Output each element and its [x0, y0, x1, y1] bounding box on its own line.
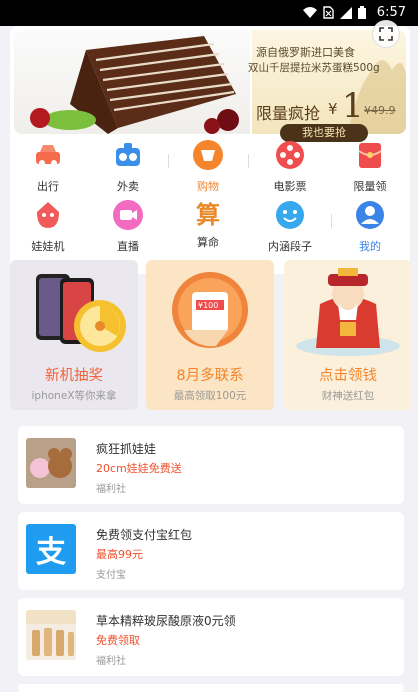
promo-subtitle: iphoneX等你来拿	[31, 390, 117, 402]
clock: 6:57	[376, 5, 406, 20]
live-icon	[113, 200, 143, 230]
list-source: 支付宝	[96, 570, 126, 581]
grid-label: 算命	[197, 236, 219, 249]
red-envelope-icon	[358, 143, 382, 168]
wifi-icon	[303, 6, 317, 18]
list-item-alipay[interactable]: 支 免费领支付宝红包 最高99元 支付宝	[18, 512, 404, 590]
banner-price: 1	[342, 86, 364, 126]
promo-title: 新机抽奖	[45, 368, 103, 384]
promo-card-money[interactable]: 点击领钱 财神送红包	[284, 260, 412, 410]
list-highlight: 最高99元	[96, 548, 143, 561]
no-sim-icon	[323, 6, 334, 19]
list-thumbnail	[26, 610, 76, 660]
banner-currency: ¥	[328, 100, 338, 118]
grid-label: 直播	[117, 240, 139, 253]
expand-icon	[379, 27, 393, 41]
grid-label: 电影票	[273, 180, 307, 193]
fortune-icon: 算	[196, 200, 220, 229]
coupon-amount: ¥100	[198, 301, 219, 310]
list-item-serum[interactable]: 草本精粹玻尿酸原液0元领 免费领取 福利社	[18, 598, 404, 676]
grid-label: 外卖	[117, 180, 139, 193]
promo-title: 8月多联系	[176, 368, 244, 384]
list-item-claw[interactable]: 疯狂抓娃娃 20cm娃娃免费送 福利社	[18, 426, 404, 504]
alipay-icon: 支	[26, 524, 76, 574]
alipay-glyph: 支	[36, 535, 66, 570]
grid-label: 娃娃机	[31, 240, 65, 253]
claw-machine-icon	[37, 202, 59, 228]
profile-icon	[356, 201, 384, 229]
grid-label: 我的	[359, 240, 381, 253]
grid-item-travel[interactable]: 出行	[10, 140, 86, 198]
shopping-icon	[193, 140, 223, 170]
list-item-partial[interactable]	[18, 684, 404, 692]
list-title: 免费领支付宝红包	[96, 528, 193, 542]
list-source: 福利社	[96, 656, 126, 667]
promo-subtitle: 最高领取100元	[173, 390, 247, 402]
movie-icon	[276, 141, 304, 169]
fortune-god-image	[296, 268, 400, 356]
grid-divider	[248, 154, 249, 168]
list-source: 福利社	[96, 484, 126, 495]
list-highlight: 20cm娃娃免费送	[96, 462, 182, 475]
grid-item-takeout[interactable]: 外卖	[90, 140, 166, 198]
grid-item-jokes[interactable]: 内涵段子	[252, 200, 328, 258]
car-icon	[36, 145, 60, 166]
grid-item-movie[interactable]: 电影票	[252, 140, 328, 198]
grid-item-claw[interactable]: 娃娃机	[10, 200, 86, 258]
promo-card-lottery[interactable]: 新机抽奖 iphoneX等你来拿	[10, 260, 138, 410]
grid-divider	[168, 154, 169, 168]
hand-coupon-image	[172, 272, 248, 348]
grid-label: 购物	[197, 180, 219, 193]
grid-label: 出行	[37, 180, 59, 193]
battery-icon	[358, 6, 366, 19]
smiley-icon	[276, 201, 304, 229]
status-bar: 6:57	[0, 0, 418, 26]
list-highlight: 免费领取	[96, 634, 140, 647]
grid-item-live[interactable]: 直播	[90, 200, 166, 258]
grid-label: 限量领	[353, 180, 387, 193]
promo-title: 点击领钱	[319, 368, 377, 384]
grid-item-mine[interactable]: 我的	[332, 200, 408, 258]
phone-wheel-image	[36, 274, 126, 352]
grid-label: 内涵段子	[268, 240, 312, 253]
list-title: 疯狂抓娃娃	[96, 442, 157, 456]
promo-subtitle: 财神送红包	[321, 390, 375, 402]
grid-item-limited[interactable]: 限量领	[332, 140, 408, 198]
list-title: 草本精粹玻尿酸原液0元领	[96, 614, 236, 628]
takeout-icon	[116, 143, 140, 166]
grid-item-shopping[interactable]: 购物	[170, 140, 246, 198]
banner-subtitle-2: 双山千层提拉米苏蛋糕500g	[248, 62, 380, 74]
grid-item-fortune[interactable]: 算 算命	[170, 200, 246, 258]
expand-button[interactable]	[372, 20, 400, 48]
banner-subtitle-1: 源自俄罗斯进口美食	[256, 46, 355, 59]
signal-icon	[340, 6, 352, 19]
list-thumbnail	[26, 438, 76, 488]
banner-flash-label: 限量疯抢	[256, 104, 321, 123]
promo-card-august[interactable]: ¥100 8月多联系 最高领取100元	[146, 260, 274, 410]
cake-image	[14, 30, 250, 134]
banner-old-price: ¥49.9	[364, 104, 396, 117]
